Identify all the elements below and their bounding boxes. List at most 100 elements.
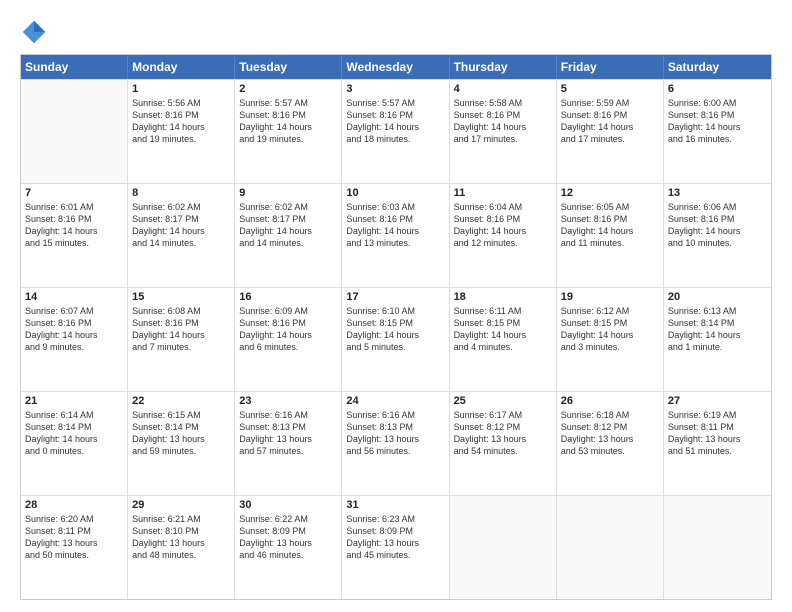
day-info: Sunrise: 6:13 AM Sunset: 8:14 PM Dayligh… <box>668 305 767 354</box>
day-info: Sunrise: 6:16 AM Sunset: 8:13 PM Dayligh… <box>239 409 337 458</box>
day-number: 29 <box>132 499 230 511</box>
cal-cell: 18 Sunrise: 6:11 AM Sunset: 8:15 PM Dayli… <box>450 288 557 391</box>
day-number: 30 <box>239 499 337 511</box>
day-info: Sunrise: 6:07 AM Sunset: 8:16 PM Dayligh… <box>25 305 123 354</box>
day-info: Sunrise: 6:19 AM Sunset: 8:11 PM Dayligh… <box>668 409 767 458</box>
day-number: 3 <box>346 83 444 95</box>
day-number: 26 <box>561 395 659 407</box>
cal-cell: 17 Sunrise: 6:10 AM Sunset: 8:15 PM Dayli… <box>342 288 449 391</box>
day-number: 17 <box>346 291 444 303</box>
day-info: Sunrise: 6:16 AM Sunset: 8:13 PM Dayligh… <box>346 409 444 458</box>
cal-cell: 24Sunrise: 6:16 AM Sunset: 8:13 PM Dayli… <box>342 392 449 495</box>
day-number: 11 <box>454 187 552 199</box>
day-number: 28 <box>25 499 123 511</box>
cal-header-cell: Thursday <box>450 55 557 79</box>
calendar: SundayMondayTuesdayWednesdayThursdayFrid… <box>20 54 772 600</box>
day-info: Sunrise: 6:14 AM Sunset: 8:14 PM Dayligh… <box>25 409 123 458</box>
cal-cell: 26 Sunrise: 6:18 AM Sunset: 8:12 PM Dayli… <box>557 392 664 495</box>
cal-header-cell: Friday <box>557 55 664 79</box>
day-info: Sunrise: 6:08 AM Sunset: 8:16 PM Dayligh… <box>132 305 230 354</box>
logo-icon <box>20 18 48 46</box>
cal-cell: 23 Sunrise: 6:16 AM Sunset: 8:13 PM Dayli… <box>235 392 342 495</box>
day-number: 4 <box>454 83 552 95</box>
cal-week: 28 Sunrise: 6:20 AM Sunset: 8:11 PM Dayli… <box>21 495 771 599</box>
cal-cell <box>664 496 771 599</box>
day-number: 12 <box>561 187 659 199</box>
day-info: Sunrise: 5:58 AM Sunset: 8:16 PM Dayligh… <box>454 97 552 146</box>
day-info: Sunrise: 6:03 AM Sunset: 8:16 PM Dayligh… <box>346 201 444 250</box>
day-info: Sunrise: 5:57 AM Sunset: 8:16 PM Dayligh… <box>346 97 444 146</box>
day-number: 21 <box>25 395 123 407</box>
cal-week: 7 Sunrise: 6:01 AM Sunset: 8:16 PM Daylig… <box>21 183 771 287</box>
cal-cell: 3 Sunrise: 5:57 AM Sunset: 8:16 PM Daylig… <box>342 80 449 183</box>
cal-cell: 28 Sunrise: 6:20 AM Sunset: 8:11 PM Dayli… <box>21 496 128 599</box>
day-number: 25 <box>454 395 552 407</box>
day-info: Sunrise: 6:12 AM Sunset: 8:15 PM Dayligh… <box>561 305 659 354</box>
cal-header-cell: Monday <box>128 55 235 79</box>
day-number: 18 <box>454 291 552 303</box>
cal-cell: 15Sunrise: 6:08 AM Sunset: 8:16 PM Dayli… <box>128 288 235 391</box>
cal-header-cell: Tuesday <box>235 55 342 79</box>
cal-cell: 16Sunrise: 6:09 AM Sunset: 8:16 PM Dayli… <box>235 288 342 391</box>
cal-cell: 6 Sunrise: 6:00 AM Sunset: 8:16 PM Daylig… <box>664 80 771 183</box>
day-info: Sunrise: 6:01 AM Sunset: 8:16 PM Dayligh… <box>25 201 123 250</box>
day-number: 1 <box>132 83 230 95</box>
day-number: 8 <box>132 187 230 199</box>
day-number: 9 <box>239 187 337 199</box>
calendar-header-row: SundayMondayTuesdayWednesdayThursdayFrid… <box>21 55 771 79</box>
cal-cell: 14Sunrise: 6:07 AM Sunset: 8:16 PM Dayli… <box>21 288 128 391</box>
page: SundayMondayTuesdayWednesdayThursdayFrid… <box>0 0 792 612</box>
cal-cell <box>21 80 128 183</box>
day-info: Sunrise: 6:10 AM Sunset: 8:15 PM Dayligh… <box>346 305 444 354</box>
cal-cell: 21 Sunrise: 6:14 AM Sunset: 8:14 PM Dayli… <box>21 392 128 495</box>
calendar-body: 1Sunrise: 5:56 AM Sunset: 8:16 PM Daylig… <box>21 79 771 599</box>
day-info: Sunrise: 5:57 AM Sunset: 8:16 PM Dayligh… <box>239 97 337 146</box>
day-number: 22 <box>132 395 230 407</box>
cal-cell: 30 Sunrise: 6:22 AM Sunset: 8:09 PM Dayli… <box>235 496 342 599</box>
cal-cell: 19 Sunrise: 6:12 AM Sunset: 8:15 PM Dayli… <box>557 288 664 391</box>
day-number: 27 <box>668 395 767 407</box>
cal-cell <box>450 496 557 599</box>
cal-cell: 25 Sunrise: 6:17 AM Sunset: 8:12 PM Dayli… <box>450 392 557 495</box>
day-number: 23 <box>239 395 337 407</box>
day-info: Sunrise: 6:00 AM Sunset: 8:16 PM Dayligh… <box>668 97 767 146</box>
header <box>20 18 772 46</box>
cal-week: 1Sunrise: 5:56 AM Sunset: 8:16 PM Daylig… <box>21 79 771 183</box>
day-number: 7 <box>25 187 123 199</box>
cal-cell: 22 Sunrise: 6:15 AM Sunset: 8:14 PM Dayli… <box>128 392 235 495</box>
cal-cell: 9 Sunrise: 6:02 AM Sunset: 8:17 PM Daylig… <box>235 184 342 287</box>
day-info: Sunrise: 6:22 AM Sunset: 8:09 PM Dayligh… <box>239 513 337 562</box>
day-info: Sunrise: 6:17 AM Sunset: 8:12 PM Dayligh… <box>454 409 552 458</box>
cal-cell: 4 Sunrise: 5:58 AM Sunset: 8:16 PM Daylig… <box>450 80 557 183</box>
day-number: 6 <box>668 83 767 95</box>
cal-cell: 8 Sunrise: 6:02 AM Sunset: 8:17 PM Daylig… <box>128 184 235 287</box>
day-info: Sunrise: 6:15 AM Sunset: 8:14 PM Dayligh… <box>132 409 230 458</box>
cal-cell: 31Sunrise: 6:23 AM Sunset: 8:09 PM Dayli… <box>342 496 449 599</box>
day-number: 10 <box>346 187 444 199</box>
day-number: 31 <box>346 499 444 511</box>
cal-cell: 5 Sunrise: 5:59 AM Sunset: 8:16 PM Daylig… <box>557 80 664 183</box>
day-info: Sunrise: 6:11 AM Sunset: 8:15 PM Dayligh… <box>454 305 552 354</box>
day-number: 19 <box>561 291 659 303</box>
day-number: 13 <box>668 187 767 199</box>
logo <box>20 18 52 46</box>
day-info: Sunrise: 6:02 AM Sunset: 8:17 PM Dayligh… <box>132 201 230 250</box>
day-info: Sunrise: 6:04 AM Sunset: 8:16 PM Dayligh… <box>454 201 552 250</box>
cal-cell <box>557 496 664 599</box>
day-info: Sunrise: 6:18 AM Sunset: 8:12 PM Dayligh… <box>561 409 659 458</box>
cal-cell: 2Sunrise: 5:57 AM Sunset: 8:16 PM Daylig… <box>235 80 342 183</box>
day-info: Sunrise: 6:02 AM Sunset: 8:17 PM Dayligh… <box>239 201 337 250</box>
day-number: 20 <box>668 291 767 303</box>
day-number: 16 <box>239 291 337 303</box>
cal-cell: 1Sunrise: 5:56 AM Sunset: 8:16 PM Daylig… <box>128 80 235 183</box>
day-info: Sunrise: 6:20 AM Sunset: 8:11 PM Dayligh… <box>25 513 123 562</box>
cal-cell: 29Sunrise: 6:21 AM Sunset: 8:10 PM Dayli… <box>128 496 235 599</box>
cal-cell: 13 Sunrise: 6:06 AM Sunset: 8:16 PM Dayli… <box>664 184 771 287</box>
day-number: 5 <box>561 83 659 95</box>
day-info: Sunrise: 6:06 AM Sunset: 8:16 PM Dayligh… <box>668 201 767 250</box>
cal-cell: 27 Sunrise: 6:19 AM Sunset: 8:11 PM Dayli… <box>664 392 771 495</box>
cal-week: 21 Sunrise: 6:14 AM Sunset: 8:14 PM Dayli… <box>21 391 771 495</box>
cal-cell: 12 Sunrise: 6:05 AM Sunset: 8:16 PM Dayli… <box>557 184 664 287</box>
day-info: Sunrise: 6:05 AM Sunset: 8:16 PM Dayligh… <box>561 201 659 250</box>
day-info: Sunrise: 5:59 AM Sunset: 8:16 PM Dayligh… <box>561 97 659 146</box>
